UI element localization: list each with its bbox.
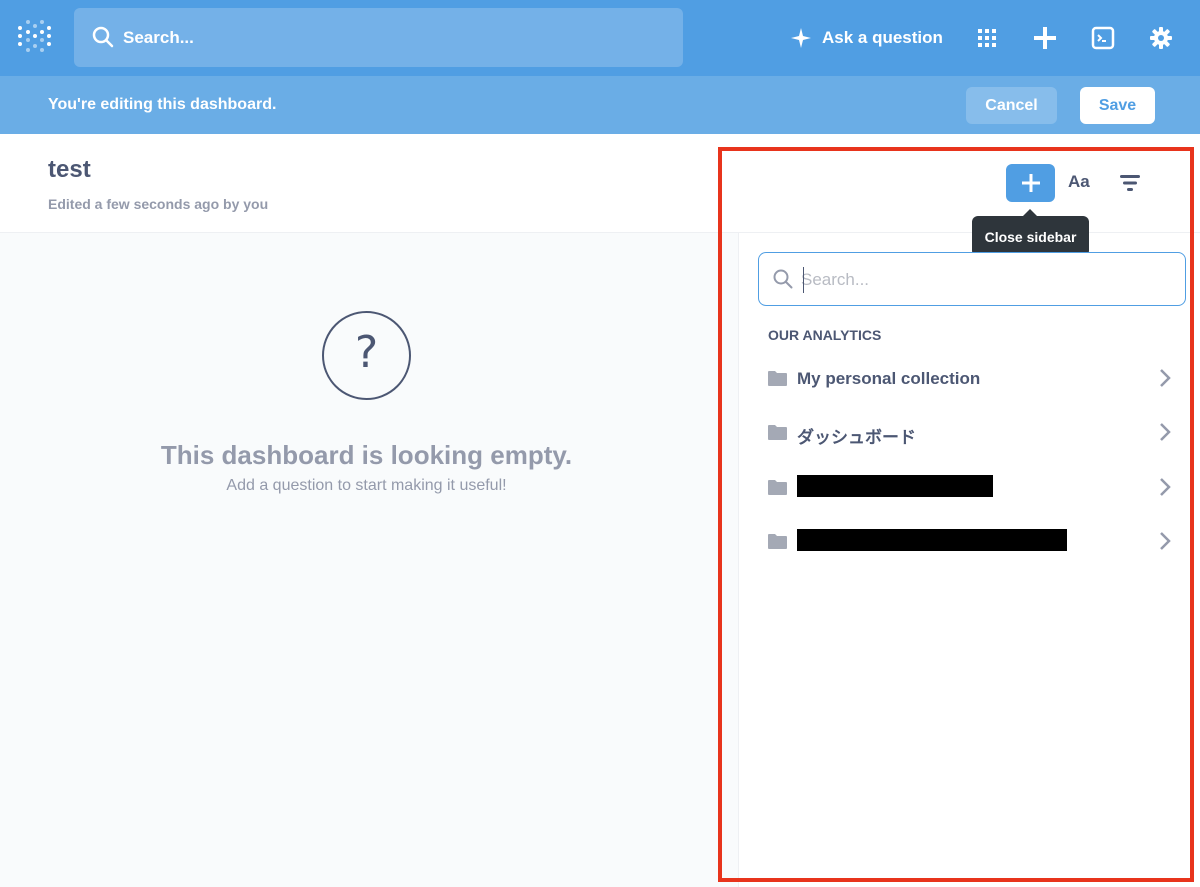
folder-icon <box>768 371 787 386</box>
save-button[interactable]: Save <box>1080 87 1155 124</box>
empty-state-title: This dashboard is looking empty. <box>160 440 573 470</box>
search-icon <box>92 26 114 48</box>
question-mark-icon: ? <box>322 311 411 400</box>
collection-label: My personal collection <box>797 369 981 388</box>
sidebar-search-input[interactable] <box>801 265 1171 295</box>
global-search-placeholder: Search... <box>123 28 194 47</box>
plus-icon[interactable] <box>1031 24 1059 52</box>
collection-label: ダッシュボード <box>797 428 916 447</box>
ask-question-label: Ask a question <box>822 28 943 47</box>
cancel-button[interactable]: Cancel <box>966 87 1057 124</box>
gear-icon[interactable] <box>1147 24 1175 52</box>
collection-item[interactable] <box>758 468 1186 508</box>
close-sidebar-tooltip: Close sidebar <box>972 209 1089 257</box>
filter-icon[interactable] <box>1119 173 1141 193</box>
dashboard-last-edited: Edited a few seconds ago by you <box>48 196 269 212</box>
global-search-bar[interactable]: Search... <box>74 8 683 67</box>
sparkle-icon <box>791 28 811 48</box>
folder-icon <box>768 480 787 495</box>
dashboard-title[interactable]: test <box>48 156 91 184</box>
section-label-our-analytics: OUR ANALYTICS <box>768 327 882 343</box>
ask-question-button[interactable]: Ask a question <box>790 25 943 51</box>
chevron-right-icon <box>1160 423 1171 441</box>
redacted-collection-label <box>797 529 1067 551</box>
sidebar-search[interactable] <box>758 252 1186 306</box>
redacted-collection-label <box>797 475 993 497</box>
collection-item[interactable]: My personal collection <box>758 359 1186 399</box>
terminal-icon[interactable] <box>1089 24 1117 52</box>
edit-mode-message: You're editing this dashboard. <box>48 96 277 113</box>
add-question-button[interactable] <box>1006 164 1055 202</box>
folder-icon <box>768 534 787 549</box>
search-icon <box>773 269 793 289</box>
empty-state-subtitle: Add a question to start making it useful… <box>226 477 507 494</box>
collection-item[interactable] <box>758 522 1186 562</box>
top-nav: Search... Ask a question <box>0 0 1200 76</box>
empty-state-glyph: ? <box>354 327 379 378</box>
collection-item[interactable]: ダッシュボード <box>758 413 1186 453</box>
grid-icon[interactable] <box>973 24 1001 52</box>
dashboard-header: test Edited a few seconds ago by you <box>0 134 718 233</box>
metabase-logo-icon[interactable] <box>18 20 52 56</box>
edit-mode-bar: You're editing this dashboard. Cancel Sa… <box>0 76 1200 134</box>
chevron-right-icon <box>1160 369 1171 387</box>
folder-icon <box>768 425 787 440</box>
chevron-right-icon <box>1160 532 1171 550</box>
plus-icon <box>1021 174 1040 192</box>
chevron-right-icon <box>1160 478 1171 496</box>
text-caret <box>803 267 804 293</box>
add-text-button[interactable]: Aa <box>1068 172 1090 192</box>
